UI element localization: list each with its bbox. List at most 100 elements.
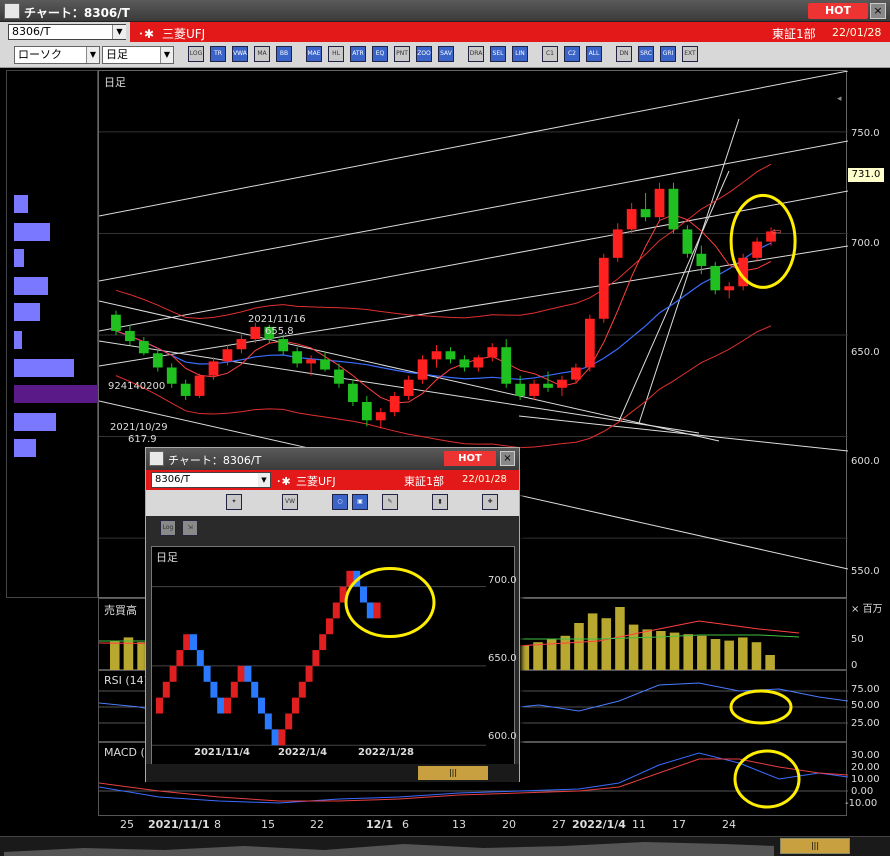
candle-body bbox=[724, 286, 735, 291]
volume-bar bbox=[765, 655, 775, 671]
grid-tool-icon[interactable]: GRI bbox=[660, 46, 676, 62]
volume-bar bbox=[683, 634, 693, 671]
popup-company-name: 三菱UFJ bbox=[296, 475, 336, 488]
renko-chart[interactable]: 日足 700.0 650.0 600.0 2021/11/4 2022/1/4 … bbox=[151, 546, 517, 768]
volume-bar bbox=[123, 637, 134, 671]
candle-body bbox=[375, 412, 386, 421]
candle-body bbox=[431, 351, 442, 360]
dn-tool-icon[interactable]: DN bbox=[616, 46, 632, 62]
volume-bar bbox=[110, 640, 120, 671]
vwap-tool-icon[interactable]: VWA bbox=[232, 46, 248, 62]
draw-icon[interactable]: ✎ bbox=[382, 494, 398, 510]
volume-bar bbox=[628, 624, 639, 671]
popup-axis-label: 600.0 bbox=[488, 731, 517, 742]
log-tool-icon[interactable]: LOG bbox=[188, 46, 204, 62]
candle-body bbox=[417, 359, 428, 380]
candle-body bbox=[278, 339, 289, 352]
candle-body bbox=[682, 229, 693, 254]
volume-profile-bar bbox=[14, 439, 36, 457]
chart-type-select[interactable]: ローソク ▼ bbox=[14, 46, 100, 64]
save-tool-icon[interactable]: SAV bbox=[438, 46, 454, 62]
renko-brick bbox=[196, 650, 204, 666]
date-label: 22/01/28 bbox=[832, 26, 882, 39]
bb-tool-icon[interactable]: BB bbox=[276, 46, 292, 62]
company-name: 三菱UFJ bbox=[162, 27, 206, 41]
config-icon[interactable]: ✦ bbox=[226, 494, 242, 510]
popup-period-label: 日足 bbox=[156, 551, 178, 564]
x-axis-label: 17 bbox=[672, 818, 686, 831]
popup-hot-button[interactable]: HOT bbox=[444, 451, 496, 466]
period-select[interactable]: 日足 ▼ bbox=[102, 46, 174, 64]
price-axis-label: 550.0 bbox=[851, 566, 880, 577]
c2-tool-icon[interactable]: C2 bbox=[564, 46, 580, 62]
candle-icon[interactable]: ▮ bbox=[432, 494, 448, 510]
save-icon[interactable]: ▣ bbox=[352, 494, 368, 510]
ma-tool-icon[interactable]: MA bbox=[254, 46, 270, 62]
popup-close-button[interactable]: × bbox=[500, 451, 515, 466]
volume-bar bbox=[587, 613, 598, 671]
high-value-label: 655.8 bbox=[265, 326, 294, 337]
close-button[interactable]: × bbox=[870, 3, 886, 19]
renko-brick bbox=[183, 634, 191, 651]
bollinger-upper bbox=[115, 163, 772, 320]
candle-body bbox=[473, 357, 484, 368]
vwap-icon[interactable]: VW bbox=[282, 494, 298, 510]
extend-icon[interactable]: ✚ bbox=[482, 494, 498, 510]
candle-body bbox=[459, 359, 470, 368]
mae-tool-icon[interactable]: MAE bbox=[306, 46, 322, 62]
scroll-thumb[interactable]: ||| bbox=[780, 838, 850, 854]
eq-tool-icon[interactable]: EQ bbox=[372, 46, 388, 62]
candle-body bbox=[250, 326, 261, 340]
tr-tool-icon[interactable]: TR bbox=[210, 46, 226, 62]
candle-body bbox=[640, 209, 651, 218]
candle-body bbox=[515, 383, 526, 396]
volume-profile-bar bbox=[14, 331, 22, 349]
srch-tool-icon[interactable]: SRC bbox=[638, 46, 654, 62]
line-tool-icon[interactable]: LIN bbox=[512, 46, 528, 62]
renko-brick bbox=[203, 665, 211, 682]
transfer-icon[interactable]: ⇲ bbox=[182, 520, 198, 536]
popup-toolbar: ✦ VW ○ ▣ ✎ ▮ ✚ bbox=[146, 490, 519, 516]
pnt-tool-icon[interactable]: PNT bbox=[394, 46, 410, 62]
hl-tool-icon[interactable]: HL bbox=[328, 46, 344, 62]
candle-body bbox=[292, 351, 303, 364]
x-axis-label: 2022/1/4 bbox=[572, 818, 626, 831]
favorite-icon[interactable]: ･✱ bbox=[138, 25, 154, 42]
x-axis-label: 22 bbox=[310, 818, 324, 831]
renko-popup-window[interactable]: チャート：8306/T HOT × 8306/T ▼ ･✱ 三菱UFJ 東証1部… bbox=[145, 447, 520, 782]
x-axis-label: 13 bbox=[452, 818, 466, 831]
sel-tool-icon[interactable]: SEL bbox=[490, 46, 506, 62]
pointer-arrow-icon: ⇦ bbox=[771, 224, 781, 238]
chart-app-icon bbox=[149, 451, 164, 466]
popup-axis-label: 650.0 bbox=[488, 653, 517, 664]
chevron-down-icon[interactable]: ▼ bbox=[258, 473, 270, 487]
popup-scrollbar[interactable]: ||| bbox=[146, 764, 519, 782]
candle-body bbox=[361, 402, 372, 421]
low-value-label: 617.9 bbox=[128, 434, 157, 445]
x-axis-label: 25 bbox=[120, 818, 134, 831]
zoom-icon[interactable]: ○ bbox=[332, 494, 348, 510]
scroll-marker-icon: ◂ bbox=[837, 94, 842, 104]
symbol-input[interactable]: 8306/T bbox=[8, 24, 126, 40]
popup-symbol-input[interactable]: 8306/T bbox=[151, 472, 271, 488]
symbol-dropdown-icon[interactable]: ▼ bbox=[112, 25, 126, 39]
trend-line bbox=[638, 118, 740, 424]
all-tool-icon[interactable]: ALL bbox=[586, 46, 602, 62]
volume-profile-bar-current bbox=[14, 385, 98, 403]
atr-tool-icon[interactable]: ATR bbox=[350, 46, 366, 62]
draw-tool-icon[interactable]: DRA bbox=[468, 46, 484, 62]
renko-brick bbox=[285, 713, 293, 730]
volume-bar bbox=[724, 640, 734, 671]
favorite-icon[interactable]: ･✱ bbox=[276, 473, 291, 489]
c1-tool-icon[interactable]: C1 bbox=[542, 46, 558, 62]
renko-brick bbox=[156, 697, 163, 714]
popup-scroll-thumb[interactable]: ||| bbox=[418, 766, 488, 780]
horizontal-scrollbar[interactable] bbox=[0, 836, 890, 856]
volume-profile-bar bbox=[14, 303, 40, 321]
hot-button[interactable]: HOT bbox=[808, 3, 868, 19]
trend-line bbox=[518, 415, 848, 452]
renko-brick bbox=[190, 634, 197, 651]
zoom-tool-icon[interactable]: ZOO bbox=[416, 46, 432, 62]
log-icon[interactable]: Log bbox=[160, 520, 176, 536]
ext-tool-icon[interactable]: EXT bbox=[682, 46, 698, 62]
